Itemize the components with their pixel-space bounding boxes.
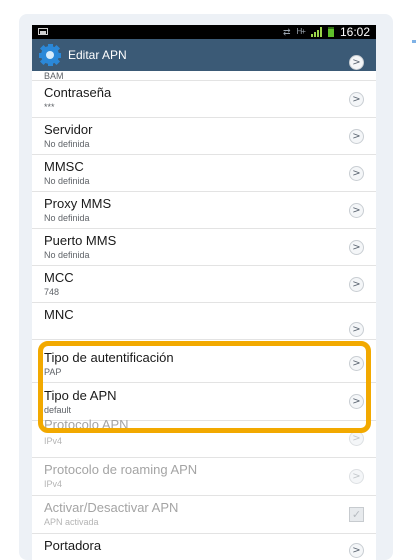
item-value: 748 [44,287,60,297]
list-item-password[interactable]: Contraseña *** > [32,81,376,118]
chevron-right-icon: > [349,55,364,70]
item-label: Portadora [44,538,102,553]
status-bar: ⇄ H+ 16:02 [32,25,376,39]
sync-icon: ⇄ [282,27,291,37]
status-icons: ⇄ H+ 16:02 [283,25,370,39]
list-item-roaming-protocol: Protocolo de roaming APN IPv4 > [32,458,376,496]
item-value: IPv4 [44,479,63,489]
chevron-right-icon: > [349,240,364,255]
edge-marker [412,40,416,43]
list-item-mcc[interactable]: MCC 748 > [32,266,376,303]
chevron-right-icon: > [349,322,364,337]
list-item-server[interactable]: Servidor No definida > [32,118,376,155]
item-label: Activar/Desactivar APN [44,500,179,515]
item-value: APN activada [44,517,99,527]
chevron-right-icon: > [349,92,364,107]
battery-icon [327,27,334,37]
item-label: Proxy MMS [44,196,112,211]
item-label: Tipo de APN [44,388,117,403]
signal-icon [310,27,322,37]
clock: 16:02 [339,25,370,39]
list-item-apn-toggle: Activar/Desactivar APN APN activada ✓ [32,496,376,534]
chevron-right-icon: > [349,356,364,371]
screen-title: Editar APN [68,48,127,62]
item-label: MNC [44,307,74,322]
item-label: Contraseña [44,85,112,100]
item-value: No definida [44,213,90,223]
list-item-carrier[interactable]: Portadora > [32,534,376,560]
chevron-right-icon: > [349,203,364,218]
apn-enabled-checkbox: ✓ [349,507,364,522]
item-value: BAM [44,71,64,81]
item-value: default [44,405,72,415]
chevron-right-icon: > [349,277,364,292]
list-item-apn-type[interactable]: Tipo de APN default > [32,383,376,421]
list-item-mms-proxy[interactable]: Proxy MMS No definida > [32,192,376,229]
list-item-apn-protocol: Protocolo APN IPv4 > [32,417,376,458]
item-label: Protocolo APN [44,417,129,432]
gallery-notification-icon [38,28,48,35]
item-label: Tipo de autentificación [44,350,174,365]
item-value: No definida [44,250,90,260]
chevron-right-icon: > [349,543,364,558]
chevron-right-icon: > [349,394,364,409]
item-value: No definida [44,176,90,186]
network-type-icon: H+ [296,27,307,36]
chevron-right-icon: > [349,469,364,484]
item-label: MCC [44,270,74,285]
list-item-mmsc[interactable]: MMSC No definida > [32,155,376,192]
chevron-right-icon: > [349,129,364,144]
list-item-mms-port[interactable]: Puerto MMS No definida > [32,229,376,266]
item-value: IPv4 [44,436,63,446]
list-item-mnc[interactable]: MNC > [32,303,376,340]
chevron-right-icon: > [349,431,364,446]
item-value: PAP [44,367,62,377]
item-label: Servidor [44,122,93,137]
item-label: Protocolo de roaming APN [44,462,198,477]
item-label: Puerto MMS [44,233,117,248]
list-item[interactable]: BAM > [32,55,376,81]
phone-screen: ⇄ H+ 16:02 Editar APN BAM > Contraseña *… [32,25,376,560]
item-value: *** [44,102,55,112]
item-label: MMSC [44,159,84,174]
list-item-auth-type[interactable]: Tipo de autentificación PAP > [32,344,376,383]
chevron-right-icon: > [349,166,364,181]
item-value: No definida [44,139,90,149]
